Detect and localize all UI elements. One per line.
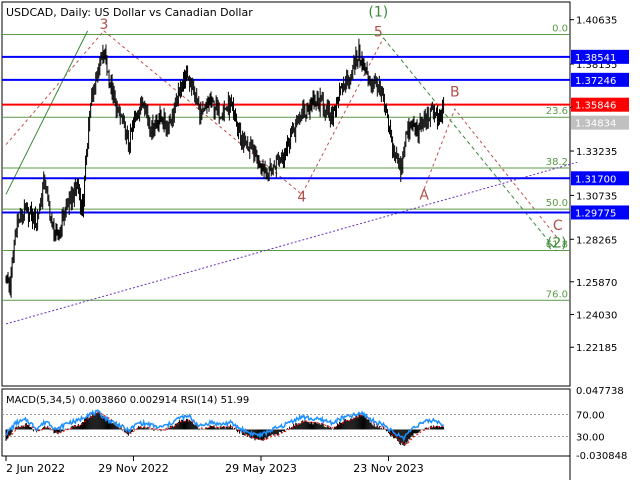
price-tick-label: 1.40635 (576, 16, 617, 27)
wave-label: A (419, 188, 429, 204)
fib-label: 76.0 (546, 289, 568, 300)
price-tick-label: 1.24030 (576, 310, 617, 321)
indicator-title: MACD(5,34,5) 0.003860 0.002914 RSI(14) 5… (6, 395, 249, 406)
wave-label: B (450, 85, 460, 101)
time-tick-label: 23 Nov 2023 (353, 462, 423, 475)
fib-label: 23.6 (546, 106, 568, 117)
symbol: USDCAD (6, 6, 53, 19)
indicator-tick-label: -0.030848 (576, 451, 627, 462)
time-tick-label: 29 May 2023 (225, 462, 297, 475)
wave-label: 5 (374, 24, 383, 40)
wave-label: (2) (547, 236, 567, 252)
fib-label: 0.0 (552, 23, 568, 34)
chart-background (0, 0, 640, 480)
level-price-label: 1.31700 (575, 174, 616, 185)
level-price-label: 1.35846 (575, 101, 616, 112)
wave-label: (1) (368, 5, 388, 21)
price-tick-label: 1.33235 (576, 147, 617, 158)
fib-label: 50.0 (546, 198, 568, 209)
description: US Dollar vs Canadian Dollar (94, 6, 253, 19)
price-chart[interactable]: 0.023.638.250.061.876.0 3(1)54BAC(2) 1.4… (0, 0, 640, 480)
current-price-label: 1.34834 (575, 119, 616, 130)
timeframe: Daily: (60, 6, 91, 19)
price-tick-label: 1.22185 (576, 343, 617, 354)
time-tick-label: 29 Nov 2022 (98, 462, 168, 475)
indicator-tick-label: 30.00 (576, 433, 605, 444)
wave-label: C (553, 218, 563, 234)
level-price-label: 1.29775 (575, 208, 616, 219)
indicator-tick-label: 70.00 (576, 411, 605, 422)
chart-title: USDCAD, Daily: US Dollar vs Canadian Dol… (6, 6, 253, 19)
wave-label: 3 (99, 17, 108, 33)
price-tick-label: 1.28265 (576, 235, 617, 246)
indicator-tick-label: 0.047738 (576, 386, 624, 397)
level-price-label: 1.38541 (575, 53, 616, 64)
wave-label: 4 (297, 189, 306, 205)
time-tick-label: 2 Jun 2022 (6, 462, 65, 475)
price-tick-label: 1.25870 (576, 278, 617, 289)
price-tick-label: 1.30735 (576, 191, 617, 202)
level-price-label: 1.37246 (575, 76, 616, 87)
